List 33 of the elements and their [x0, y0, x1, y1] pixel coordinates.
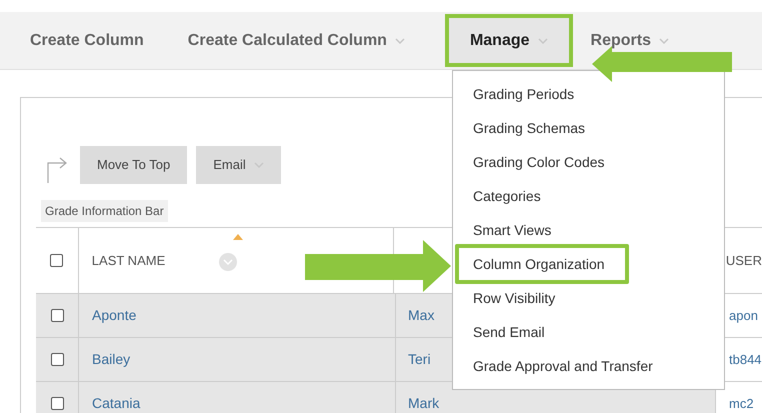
checkbox[interactable]	[50, 397, 64, 410]
checkbox[interactable]	[50, 353, 64, 366]
column-header[interactable]: USER	[726, 250, 762, 270]
checkbox[interactable]	[50, 254, 64, 267]
student-link[interactable]: Aponte	[92, 305, 136, 326]
menu-item[interactable]: Grading Periods	[473, 84, 574, 104]
action-button[interactable]: Move To Top	[80, 146, 188, 184]
menu-item[interactable]: Column Organization	[455, 244, 629, 284]
menu-item[interactable]: Send Email	[473, 322, 545, 342]
table-cell-text: tb844	[729, 350, 762, 369]
student-link[interactable]: Catania	[92, 393, 140, 413]
table-cell-text: mc2	[729, 394, 754, 413]
menu-item[interactable]: Grade Approval and Transfer	[473, 356, 653, 376]
toolbar-menu-button[interactable]: Reports	[586, 28, 673, 52]
info-bar-label[interactable]: Grade Information Bar	[41, 200, 168, 222]
toolbar-menu-button[interactable]: Manage	[444, 14, 573, 67]
menu-item[interactable]: Grading Color Codes	[473, 152, 605, 172]
checkbox[interactable]	[50, 309, 64, 322]
action-button[interactable]: Email	[196, 146, 281, 184]
student-link[interactable]: Mark	[408, 393, 440, 413]
menu-item[interactable]: Row Visibility	[473, 288, 556, 308]
menu-item[interactable]: Smart Views	[473, 220, 552, 240]
student-link[interactable]: Teri	[408, 349, 431, 370]
menu-item[interactable]: Grading Schemas	[473, 118, 586, 138]
student-link[interactable]: Max	[408, 305, 434, 326]
table-cell-text: apon	[729, 306, 758, 325]
toolbar-menu-button[interactable]: Create Column	[26, 28, 148, 52]
sort-arrow-icon	[232, 234, 243, 240]
student-link[interactable]: Bailey	[92, 349, 130, 370]
menu-item[interactable]: Categories	[473, 186, 541, 206]
toolbar-menu-button[interactable]: Create Calculated Column	[184, 28, 409, 52]
right-arrow-icon	[305, 240, 451, 292]
column-header[interactable]: LAST NAME	[92, 250, 166, 270]
